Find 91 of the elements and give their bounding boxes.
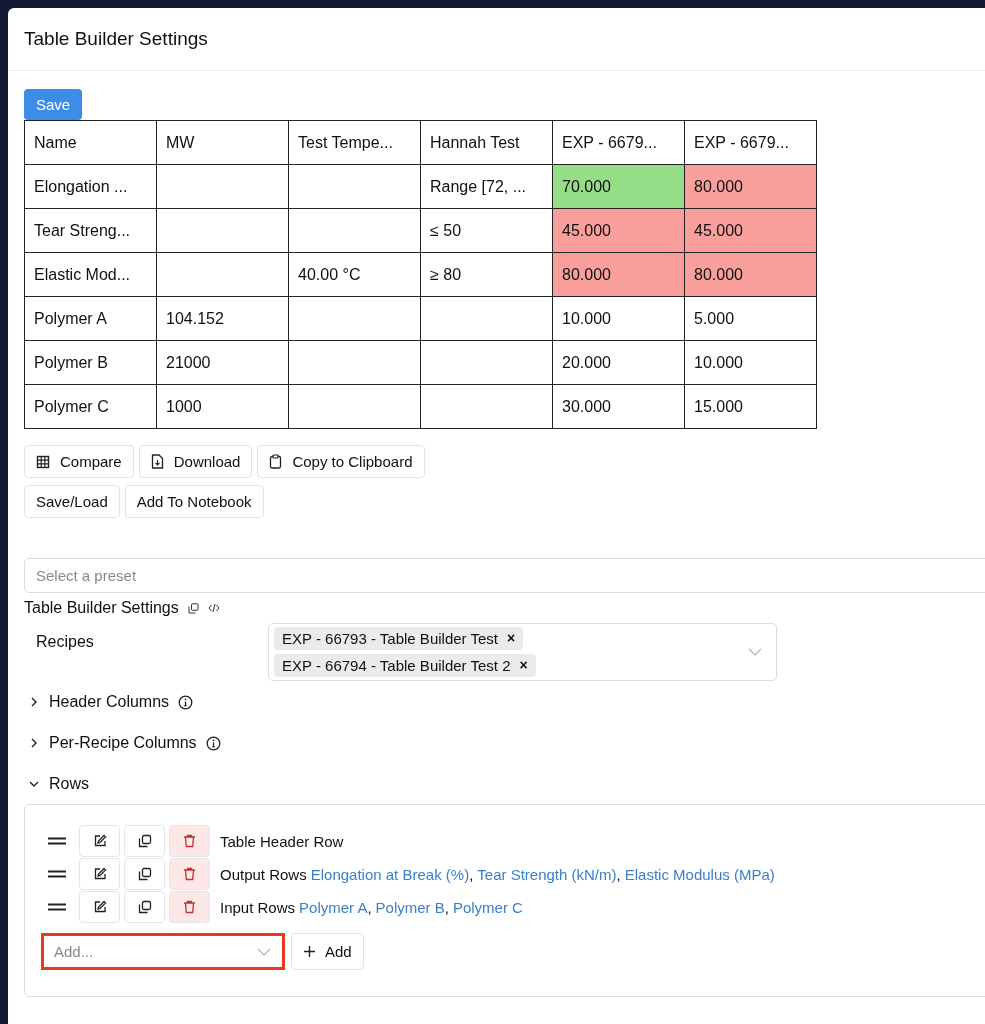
table-cell: 1000 <box>156 384 289 429</box>
separator: , <box>444 898 449 916</box>
row-label: Table Header Row <box>220 832 344 850</box>
column-header: EXP - 6679... <box>552 120 685 165</box>
add-select[interactable]: Add... <box>41 933 285 970</box>
edit-icon <box>92 900 107 914</box>
action-button[interactable]: Save/Load <box>24 485 120 518</box>
table-cell: Polymer B <box>24 340 157 385</box>
row-link[interactable]: Tear Strength (kN/m) <box>477 865 617 883</box>
code-icon[interactable] <box>207 603 220 613</box>
action-button[interactable]: Download <box>138 445 253 478</box>
drag-handle-icon[interactable] <box>47 869 67 879</box>
separator: , <box>367 898 372 916</box>
copy-icon <box>137 834 152 848</box>
preset-select[interactable]: Select a preset <box>24 558 985 593</box>
table-cell: Range [72, ... <box>420 164 553 209</box>
action-button[interactable]: Add To Notebook <box>124 485 264 518</box>
row-link[interactable]: Polymer C <box>452 898 523 916</box>
trash-icon <box>183 834 196 848</box>
column-header: Test Tempe... <box>288 120 421 165</box>
trash-icon <box>183 867 196 881</box>
table-cell: 10.000 <box>552 296 685 341</box>
column-header: MW <box>156 120 289 165</box>
section-toggle[interactable]: Header Columns <box>24 681 985 722</box>
row-label: Output Rows <box>220 865 307 883</box>
edit-icon <box>92 834 107 848</box>
duplicate-button[interactable] <box>124 858 165 890</box>
table-cell: ≤ 50 <box>420 208 553 253</box>
table-cell: Polymer A <box>24 296 157 341</box>
table-cell: 30.000 <box>552 384 685 429</box>
table-cell: 20.000 <box>552 340 685 385</box>
table-cell: 45.000 <box>684 208 817 253</box>
table-cell: 5.000 <box>684 296 817 341</box>
settings-heading: Table Builder Settings <box>24 599 179 617</box>
remove-icon[interactable]: × <box>507 630 516 647</box>
section-toggle[interactable]: Per-Recipe Columns <box>24 722 985 763</box>
table-cell: Tear Streng... <box>24 208 157 253</box>
edit-button[interactable] <box>79 858 120 890</box>
table-cell: Elastic Mod... <box>24 252 157 297</box>
clipboard-icon <box>269 454 283 469</box>
drag-handle-icon[interactable] <box>47 836 67 846</box>
table-cell: 80.000 <box>684 164 817 209</box>
duplicate-button[interactable] <box>124 825 165 857</box>
plus-icon <box>303 945 316 958</box>
row-label: Input Rows <box>220 898 296 916</box>
table-icon <box>36 454 50 469</box>
table-cell: Elongation ... <box>24 164 157 209</box>
modal-title: Table Builder Settings <box>24 28 208 50</box>
row-link[interactable]: Polymer B <box>375 898 445 916</box>
table-cell: 70.000 <box>552 164 685 209</box>
copy-icon[interactable] <box>187 602 199 614</box>
table-cell: 40.00 °C <box>288 252 421 297</box>
file-icon <box>150 454 164 469</box>
table-cell: 104.152 <box>156 296 289 341</box>
recipes-label: Recipes <box>35 632 95 652</box>
delete-button[interactable] <box>169 891 210 923</box>
table-cell: ≥ 80 <box>420 252 553 297</box>
chevron-down-icon <box>748 648 762 656</box>
edit-button[interactable] <box>79 891 120 923</box>
edit-button[interactable] <box>79 825 120 857</box>
chevron-down-icon <box>257 948 271 956</box>
remove-icon[interactable]: × <box>519 657 528 674</box>
separator: , <box>616 865 621 883</box>
trash-icon <box>183 900 196 914</box>
table-cell: 80.000 <box>684 252 817 297</box>
table-cell: 45.000 <box>552 208 685 253</box>
separator: , <box>469 865 474 883</box>
copy-icon <box>137 867 152 881</box>
action-button[interactable]: Copy to Clipboard <box>257 445 425 478</box>
add-button[interactable]: Add <box>291 933 364 970</box>
action-button[interactable]: Compare <box>24 445 134 478</box>
table-cell: 10.000 <box>684 340 817 385</box>
copy-icon <box>137 900 152 914</box>
table-cell: 80.000 <box>552 252 685 297</box>
row-link[interactable]: Elastic Modulus (MPa) <box>624 865 775 883</box>
edit-icon <box>92 867 107 881</box>
delete-button[interactable] <box>169 825 210 857</box>
recipe-tag-label: EXP - 66793 - Table Builder Test <box>282 630 498 647</box>
column-header: Hannah Test <box>420 120 553 165</box>
recipes-select[interactable]: EXP - 66793 - Table Builder Test × EXP - 66794 - Table Builder Test 2 × <box>268 623 777 681</box>
column-header: EXP - 6679... <box>684 120 817 165</box>
section-toggle[interactable]: Rows <box>24 763 985 804</box>
row-link[interactable]: Polymer A <box>299 898 368 916</box>
delete-button[interactable] <box>169 858 210 890</box>
column-header: Name <box>24 120 157 165</box>
table-cell: 21000 <box>156 340 289 385</box>
table-cell: Polymer C <box>24 384 157 429</box>
recipe-tag-label: EXP - 66794 - Table Builder Test 2 <box>282 657 511 674</box>
drag-handle-icon[interactable] <box>47 902 67 912</box>
duplicate-button[interactable] <box>124 891 165 923</box>
table-cell: 15.000 <box>684 384 817 429</box>
